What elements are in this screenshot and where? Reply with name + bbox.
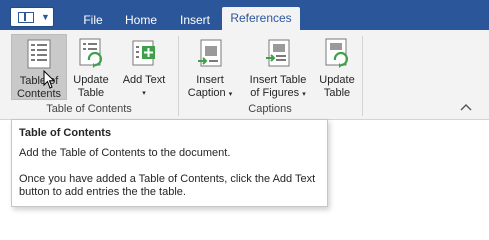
tab-file[interactable]: File — [78, 12, 108, 30]
group-separator — [362, 36, 363, 116]
group-label-table-of-contents: Table of Contents — [46, 103, 132, 115]
chevron-down-icon: ▼ — [41, 12, 50, 22]
table-of-contents-label: Table of Contents — [16, 75, 62, 100]
tab-insert[interactable]: Insert — [172, 12, 218, 30]
collapse-ribbon-icon[interactable] — [459, 102, 473, 114]
add-text-label: Add Text ▾ — [116, 74, 172, 100]
mouse-cursor-icon — [43, 70, 55, 89]
table-of-contents-button[interactable]: Table of Contents — [11, 34, 67, 100]
insert-table-of-figures-button[interactable]: Insert Table of Figures ▾ — [244, 34, 312, 100]
insert-caption-icon — [198, 39, 222, 67]
ribbon-tab-bar: ▼ File Home Insert References — [0, 0, 489, 30]
insert-table-of-figures-label: Insert Table of Figures ▾ — [249, 74, 307, 99]
add-text-icon — [132, 40, 155, 66]
add-text-button[interactable]: Add Text ▾ — [116, 34, 172, 100]
tooltip-description: Add the Table of Contents to the documen… — [19, 147, 231, 159]
update-table-of-figures-button[interactable]: Update Table — [316, 34, 358, 100]
update-table-icon — [79, 38, 102, 68]
document-icon — [18, 12, 34, 23]
tooltip-note-line: Once you have added a Table of Contents,… — [19, 173, 316, 185]
insert-caption-button[interactable]: Insert Caption ▾ — [182, 34, 238, 100]
tooltip-table-of-contents: Table of Contents Add the Table of Conte… — [11, 119, 328, 207]
tab-references[interactable]: References — [222, 7, 300, 30]
dropdown-arrow-icon: ▾ — [142, 90, 146, 97]
dropdown-arrow-icon: ▾ — [228, 91, 233, 98]
tab-home[interactable]: Home — [120, 12, 162, 30]
update-table-button[interactable]: Update Table — [71, 34, 111, 100]
application-menu-button[interactable]: ▼ — [10, 7, 54, 27]
update-table-label: Update Table — [73, 74, 109, 99]
ribbon-references: Table of Contents Update Table Add Text … — [0, 30, 489, 120]
insert-caption-label: Insert Caption ▾ — [187, 74, 233, 99]
table-of-contents-icon — [27, 39, 51, 69]
update-table-icon — [325, 38, 348, 68]
group-label-captions: Captions — [248, 103, 292, 115]
tooltip-note-line: button to add entries the the table. — [19, 186, 186, 198]
insert-table-of-figures-icon — [266, 39, 290, 67]
dropdown-arrow-icon: ▾ — [302, 91, 306, 98]
tooltip-title: Table of Contents — [19, 127, 112, 139]
update-table-label: Update Table — [319, 74, 355, 99]
